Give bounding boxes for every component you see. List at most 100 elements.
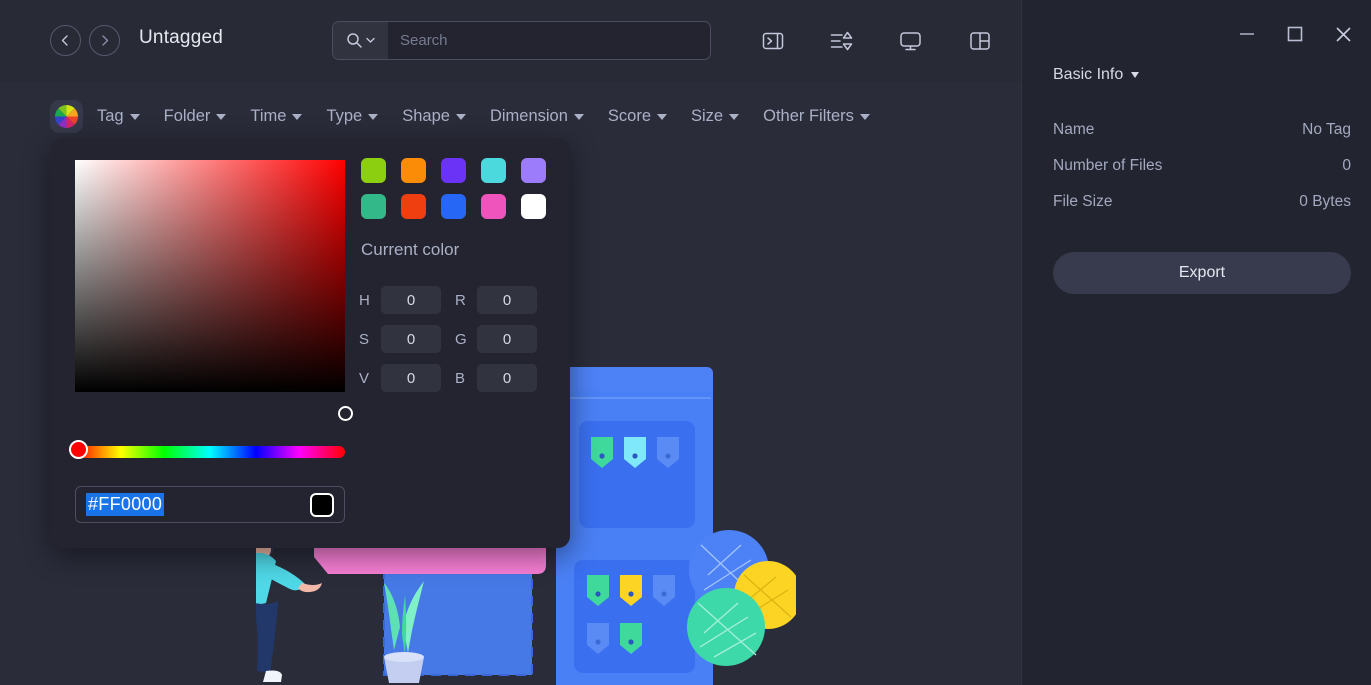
basic-info-label: Basic Info [1053, 66, 1124, 83]
window-controls [1233, 20, 1357, 48]
info-label: File Size [1053, 193, 1113, 210]
chevron-down-icon [657, 113, 668, 120]
info-value: 0 [1342, 157, 1351, 174]
search-scope-dropdown[interactable] [333, 22, 388, 59]
filter-dropdown-list: Tag Folder Time Type Shape Dimension Sco… [97, 107, 894, 126]
chevron-down-icon [1131, 72, 1140, 78]
minimize-icon [1240, 33, 1254, 35]
main-content-area: Untagged Search Tag Folder Time Type Sha… [0, 0, 1021, 685]
chevron-down-icon [859, 113, 870, 120]
chevron-down-icon [729, 113, 740, 120]
close-button[interactable] [1329, 20, 1357, 48]
info-value: No Tag [1302, 121, 1351, 138]
panel-toggle-icon[interactable] [752, 20, 793, 61]
filter-label: Score [607, 107, 652, 125]
color-picker-popover: #FF0000 Current color H 0 R 0 S 0 G 0 V … [51, 138, 570, 548]
swatch-red-orange[interactable] [401, 194, 426, 219]
hsv-rgb-row-3: V B [359, 364, 551, 392]
value-field[interactable] [381, 364, 441, 392]
color-value-fields: H R S G V B [359, 286, 551, 403]
swatch-pink[interactable] [481, 194, 506, 219]
chevron-left-icon [61, 35, 68, 46]
hsv-rgb-row-1: H R [359, 286, 551, 314]
chevron-down-icon [292, 113, 303, 120]
top-header-bar: Untagged [0, 0, 1021, 82]
current-color-label: Current color [361, 240, 460, 259]
swatch-white[interactable] [521, 194, 546, 219]
color-wheel-icon[interactable] [50, 100, 83, 133]
sort-icon[interactable] [821, 20, 862, 61]
back-button[interactable] [50, 25, 81, 56]
chevron-down-icon [129, 113, 140, 120]
hue-slider[interactable] [75, 446, 345, 458]
filter-shape[interactable]: Shape [402, 107, 466, 126]
info-label: Number of Files [1053, 157, 1163, 174]
swatch-teal[interactable] [361, 194, 386, 219]
filter-label: Folder [163, 107, 211, 125]
swatch-blue[interactable] [441, 194, 466, 219]
blue-field[interactable] [477, 364, 537, 392]
saturation-label: S [359, 330, 370, 348]
chevron-down-icon [216, 113, 227, 120]
close-icon [1335, 26, 1351, 42]
chevron-down-icon [455, 113, 466, 120]
swatch-cyan[interactable] [481, 158, 506, 183]
swatch-orange[interactable] [401, 158, 426, 183]
search-icon [347, 33, 362, 48]
chevron-down-icon [366, 37, 375, 43]
filter-label: Shape [402, 107, 450, 125]
forward-button[interactable] [89, 25, 120, 56]
red-label: R [455, 291, 466, 309]
filter-label: Type [326, 107, 363, 125]
filter-label: Dimension [489, 107, 568, 125]
hex-input-row: #FF0000 [75, 486, 345, 523]
filter-label: Time [250, 107, 287, 125]
display-icon[interactable] [890, 20, 931, 61]
filter-size[interactable]: Size [691, 107, 740, 126]
grid-layout-icon[interactable] [959, 20, 1000, 61]
app-window: Untagged Search Tag Folder Time Type Sha… [0, 0, 1371, 685]
red-field[interactable] [477, 286, 537, 314]
basic-info-section-header[interactable]: Basic Info [1053, 66, 1140, 84]
maximize-button[interactable] [1281, 20, 1309, 48]
filter-label: Tag [97, 107, 124, 125]
hex-input[interactable]: #FF0000 [86, 493, 165, 516]
green-field[interactable] [477, 325, 537, 353]
swatch-light-purple[interactable] [521, 158, 546, 183]
info-row-file-size: File Size 0 Bytes [1053, 184, 1351, 220]
hue-slider-handle[interactable] [69, 440, 88, 459]
green-label: G [455, 330, 467, 348]
hue-field[interactable] [381, 286, 441, 314]
blue-label: B [455, 369, 466, 387]
filter-score[interactable]: Score [607, 107, 668, 126]
maximize-icon [1287, 26, 1303, 42]
info-row-name: Name No Tag [1053, 112, 1351, 148]
value-label: V [359, 369, 370, 387]
filter-other[interactable]: Other Filters [763, 107, 870, 126]
swatch-violet[interactable] [441, 158, 466, 183]
info-label: Name [1053, 121, 1095, 138]
filter-type[interactable]: Type [326, 107, 379, 126]
saturation-field[interactable] [381, 325, 441, 353]
filter-folder[interactable]: Folder [164, 107, 227, 126]
filter-label: Other Filters [763, 107, 854, 125]
header-tool-icons [752, 20, 1021, 61]
swatch-green-yellow[interactable] [361, 158, 386, 183]
filter-dimension[interactable]: Dimension [490, 107, 584, 126]
info-row-file-count: Number of Files 0 [1053, 148, 1351, 184]
filter-time[interactable]: Time [250, 107, 303, 126]
sv-cursor-handle[interactable] [338, 406, 353, 421]
minimize-button[interactable] [1233, 20, 1261, 48]
chevron-down-icon [573, 113, 584, 120]
page-title: Untagged [139, 27, 224, 48]
saturation-value-field[interactable] [75, 160, 353, 421]
search-input[interactable] [388, 22, 710, 59]
color-preview-swatch[interactable] [310, 492, 334, 517]
info-rows: Name No Tag Number of Files 0 File Size … [1053, 112, 1351, 220]
preset-swatches [361, 158, 561, 230]
filter-tag[interactable]: Tag [97, 107, 140, 126]
details-sidebar: Basic Info Name No Tag Number of Files 0… [1021, 0, 1371, 685]
navigation-buttons [50, 25, 120, 56]
export-button[interactable]: Export [1053, 252, 1351, 294]
filter-label: Size [691, 107, 724, 125]
